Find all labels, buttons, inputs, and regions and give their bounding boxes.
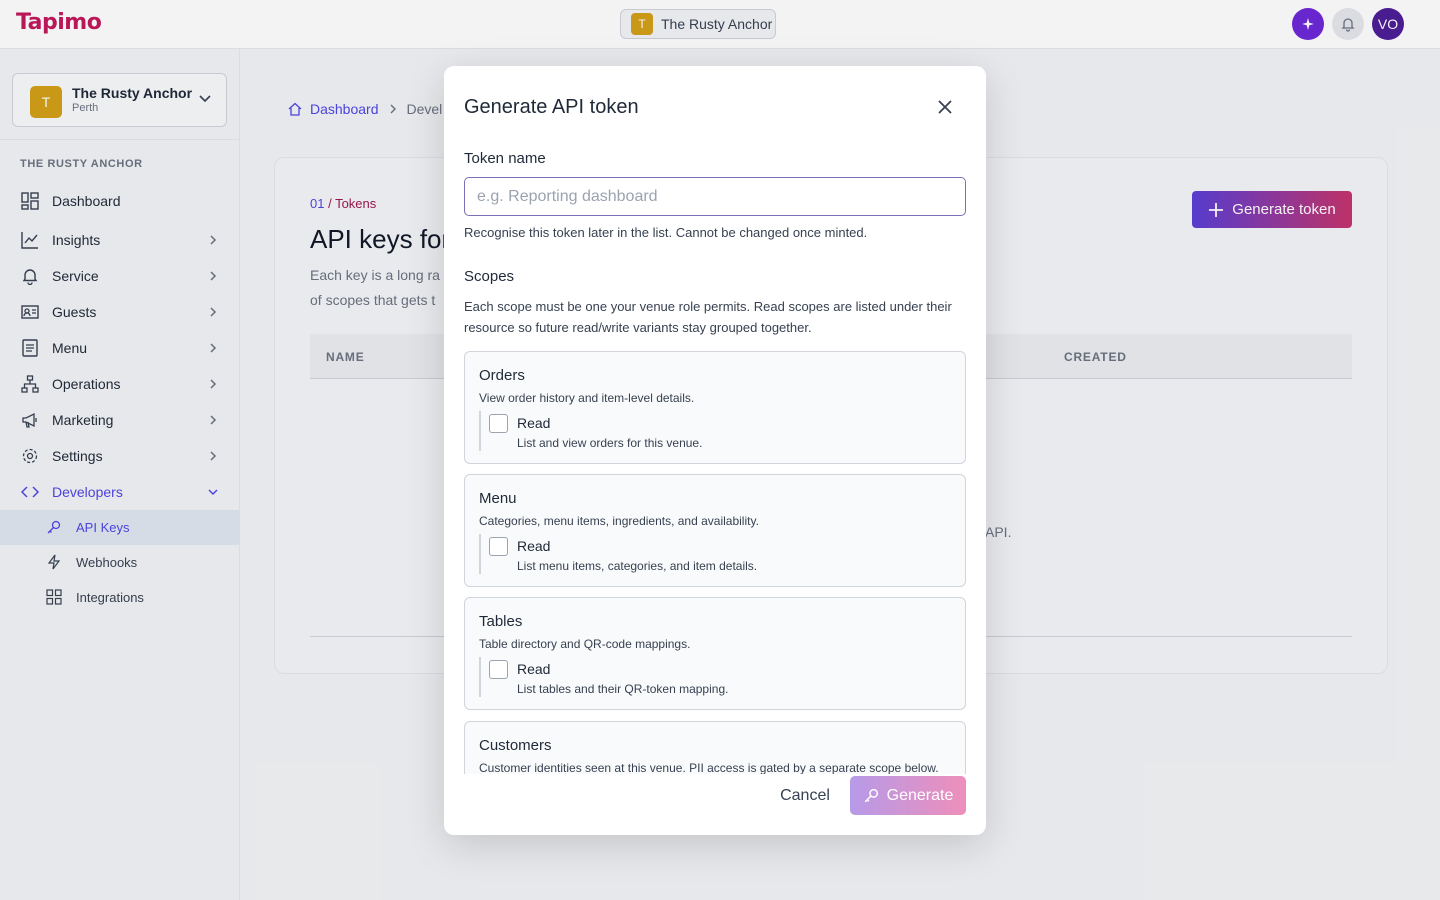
permission-name: Read [517,415,551,431]
scope-description: Categories, menu items, ingredients, and… [479,514,759,528]
scopes-list[interactable]: Orders View order history and item-level… [464,351,966,774]
scope-permission-read: Read List tables and their QR-token mapp… [479,657,949,697]
token-name-help: Recognise this token later in the list. … [464,225,868,240]
scopes-description: Each scope must be one your venue role p… [464,299,952,335]
scopes-label: Scopes [464,268,515,285]
permission-description: List menu items, categories, and item de… [517,559,758,573]
scope-title: Orders [479,367,525,384]
dialog-title: Generate API token [464,96,639,118]
token-name-input[interactable] [464,177,966,216]
permission-name: Read [517,538,551,554]
scope-card-tables: Tables Table directory and QR-code mappi… [464,597,966,710]
read-checkbox[interactable] [489,537,508,556]
read-checkbox[interactable] [489,414,508,433]
close-icon[interactable] [934,96,956,118]
scope-description: View order history and item-level detail… [479,391,695,405]
generate-button[interactable]: Generate [850,776,966,815]
scope-permission-read: Read List menu items, categories, and it… [479,534,949,574]
scope-title: Tables [479,613,523,630]
permission-description: List and view orders for this venue. [517,436,703,450]
generate-token-dialog: Generate API token Token name Recognise … [444,66,986,835]
generate-button-label: Generate [886,786,954,804]
permission-description: List tables and their QR-token mapping. [517,682,729,696]
token-name-label: Token name [464,150,546,167]
scope-description: Table directory and QR-code mappings. [479,637,691,651]
cancel-button[interactable]: Cancel [774,779,836,813]
key-icon [864,788,878,803]
scope-description: Customer identities seen at this venue. … [479,761,939,774]
scope-card-customers: Customers Customer identities seen at th… [464,721,966,774]
scope-title: Customers [479,737,552,754]
read-checkbox[interactable] [489,660,508,679]
scope-title: Menu [479,490,517,507]
permission-name: Read [517,661,551,677]
scope-permission-read: Read List and view orders for this venue… [479,411,949,451]
scope-card-orders: Orders View order history and item-level… [464,351,966,464]
scope-card-menu: Menu Categories, menu items, ingredients… [464,474,966,587]
